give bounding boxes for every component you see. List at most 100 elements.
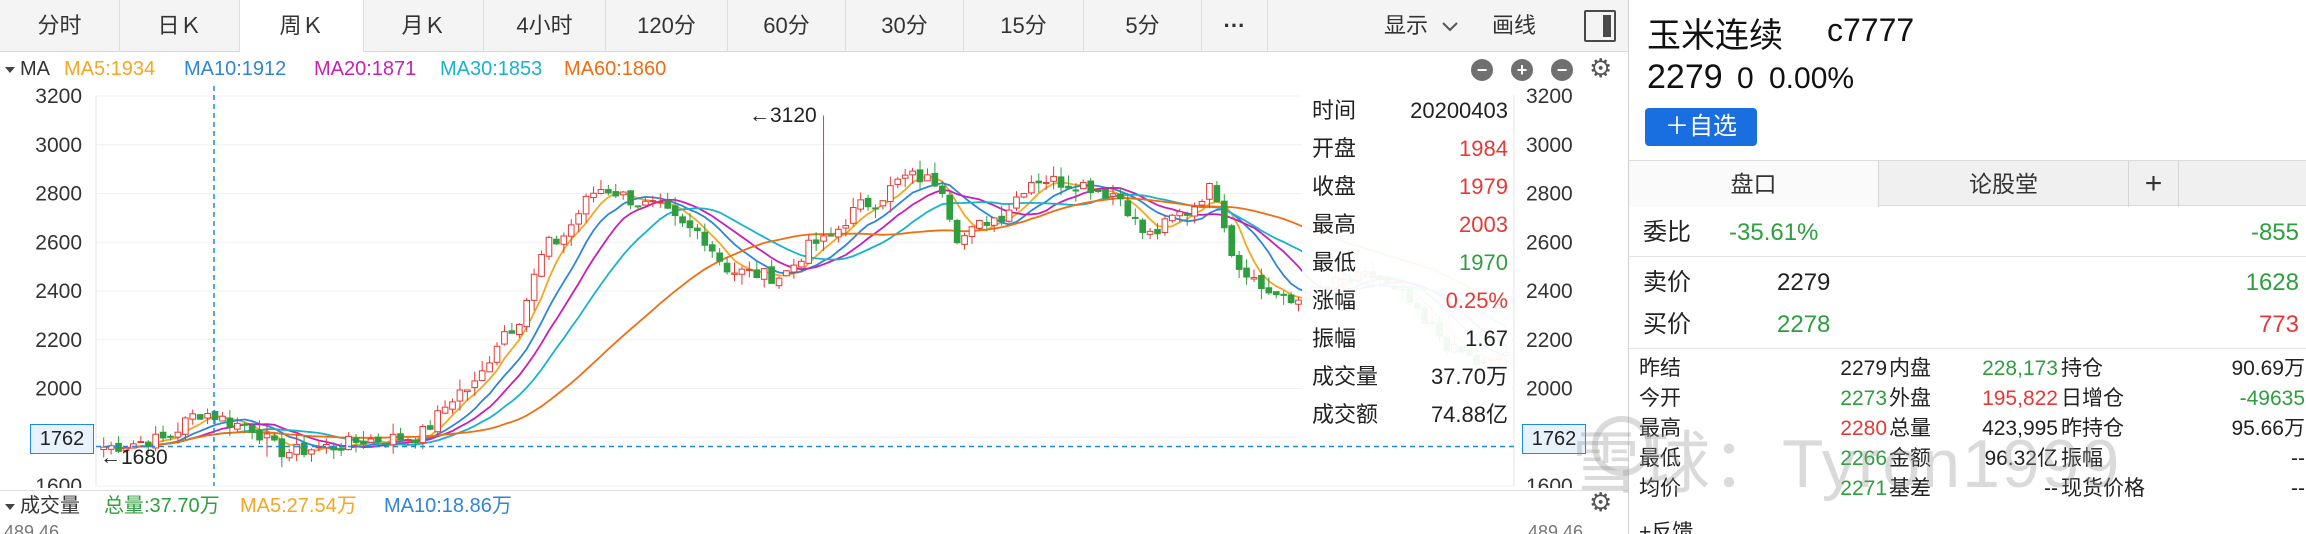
info-row: 成交量 37.70万 [1312,358,1508,396]
candle-down [998,215,1005,222]
candle-up [189,413,197,420]
info-row: 成交额 74.88亿 [1312,396,1508,434]
zoom-in-icon[interactable]: + [1511,59,1533,81]
y-tick-label-right: 1600 [1526,475,1573,488]
tab-intraday[interactable]: 分时 [0,0,120,52]
candle-down [1280,293,1287,296]
tab-order-book[interactable]: 盘口 [1629,161,1879,207]
candle-up [582,195,590,215]
candle-up [575,213,582,225]
candle-down [612,191,620,197]
tab-120min[interactable]: 120分 [606,0,728,52]
y-tick-label-right: 2000 [1526,378,1573,401]
order-diff-value: -855 [2250,219,2299,246]
info-row: 最高 2003 [1312,206,1508,244]
candle-down [211,411,219,421]
candle-down [768,266,775,284]
candle-down [553,238,560,245]
candle-down [753,269,761,278]
candle-up [1042,182,1050,185]
quote-tabs: 盘口 论股堂 + [1629,160,2306,207]
feedback-link[interactable]: +反馈 [1639,516,1693,534]
candle-up [968,226,976,237]
candle-up [434,410,441,433]
candle-down [1117,193,1124,200]
candle-down [1072,189,1080,192]
draw-line-button[interactable]: 画线 [1492,0,1536,52]
bid-label: 买价 [1643,311,1691,338]
remove-icon[interactable]: − [1551,59,1573,81]
candle-down [627,190,634,206]
info-row: 时间 20200403 [1312,92,1508,130]
candle-up [1013,196,1020,209]
panel-toggle-icon[interactable] [1584,10,1616,42]
tab-60min[interactable]: 60分 [728,0,846,52]
candle-up [515,323,523,336]
candle-down [694,227,701,232]
tab-more[interactable]: ··· [1202,0,1268,52]
candle-up [538,254,545,277]
candle-up [857,199,864,210]
tab-daily-k[interactable]: 日Ｋ [120,0,240,52]
candle-up [1191,206,1198,217]
period-tab-bar: 分时 日Ｋ 周Ｋ 月Ｋ 4小时 120分 60分 30分 15分 5分 ··· … [0,0,1628,52]
candle-up [1198,201,1206,206]
info-label: 时间 [1312,98,1357,123]
info-value: 1.67 [1465,326,1508,351]
candle-up [456,389,464,402]
y-tick-label-right: 2600 [1526,231,1573,254]
candle-up [619,191,627,196]
stock-name: 玉米连续 [1647,17,1783,55]
candle-down [671,205,679,217]
candle-up [441,406,449,414]
add-tab-button[interactable]: + [2129,161,2179,207]
y-tick-label-right: 2800 [1526,183,1573,206]
info-label: 振幅 [1312,326,1357,351]
candle-up [783,270,790,277]
info-label: 最高 [1312,212,1357,237]
chevron-down-icon[interactable] [4,491,16,521]
ma30-value: MA30:1853 [440,58,543,80]
candle-down [1183,213,1191,216]
candle-up [746,268,753,271]
tab-forum[interactable]: 论股堂 [1879,161,2129,207]
candle-down [167,435,174,438]
chevron-down-icon[interactable] [4,54,16,84]
candle-down [953,219,961,244]
candle-down [1258,274,1265,290]
stat-value: -49635 [2239,387,2305,410]
add-watchlist-button[interactable]: ＋自选 [1645,108,1757,146]
candle-up [961,235,968,245]
candle-up [760,268,768,280]
candle-down [1057,176,1065,188]
volume-ma10: MA10:18.86万 [384,495,512,517]
stock-code: c7777 [1827,12,1915,48]
stat-value: 90.69万 [2231,357,2305,380]
candle-down [382,442,390,445]
y-tick-label-left: 2800 [35,183,82,206]
candle-up [493,345,501,363]
display-label: 显示 [1384,13,1429,38]
candle-down [1287,294,1295,303]
tab-30min[interactable]: 30分 [846,0,964,52]
tab-15min[interactable]: 15分 [964,0,1084,52]
candle-down [360,440,367,445]
candle-up [1176,211,1184,217]
candle-up [204,413,211,419]
candle-up [1146,230,1154,235]
info-label: 涨幅 [1312,288,1357,313]
info-row: 振幅 1.67 [1312,320,1508,358]
volume-title: 成交量 [20,495,80,517]
zoom-out-icon[interactable]: − [1471,59,1493,81]
tab-monthly-k[interactable]: 月Ｋ [364,0,484,52]
candle-up [345,435,352,451]
tab-4hour[interactable]: 4小时 [484,0,606,52]
display-dropdown[interactable]: 显示 [1384,0,1458,52]
y-tick-label-left: 3000 [35,134,82,157]
stats-row: 昨结 2279 内盘 228,173 持仓 90.69万 [1629,354,2306,384]
tab-5min[interactable]: 5分 [1084,0,1202,52]
info-label: 成交量 [1312,364,1379,389]
tab-weekly-k[interactable]: 周Ｋ [240,0,364,52]
gear-icon[interactable]: ⚙ [1589,53,1612,84]
candle-down [337,448,345,451]
